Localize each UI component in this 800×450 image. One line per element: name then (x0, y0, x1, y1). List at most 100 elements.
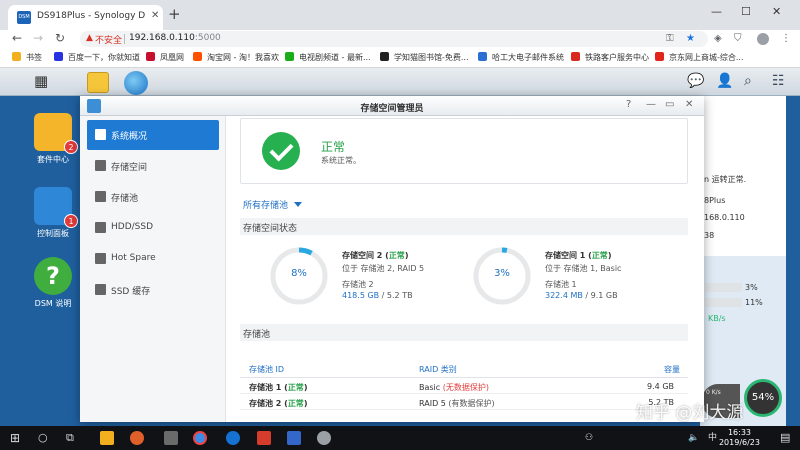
desktop-icon-dsm-help[interactable]: ? DSM 说明 (28, 257, 78, 309)
minimize-icon[interactable]: — (646, 99, 656, 110)
maximize-icon[interactable]: ▭ (665, 99, 674, 110)
chrome-icon[interactable] (193, 431, 207, 445)
bookmark-item[interactable]: 学知猫图书馆-免费... (380, 52, 469, 63)
sidebar-item-storage-pool[interactable]: 存储池 (87, 182, 219, 212)
app-icon[interactable] (226, 431, 240, 445)
chat-icon[interactable]: 💬 (687, 73, 704, 89)
bookmark-item[interactable]: 书签 (12, 52, 42, 63)
bookmark-item[interactable]: 凤凰网 (146, 52, 184, 63)
control-panel-icon: 1 (34, 187, 78, 228)
desktop-icon-label: 套件中心 (37, 155, 69, 164)
pool-filter-dropdown[interactable]: 所有存储池 (243, 198, 303, 211)
close-window-icon[interactable]: ✕ (772, 5, 781, 18)
storage-pool-icon (95, 191, 106, 202)
back-icon[interactable]: ← (12, 31, 22, 45)
sidebar-item-volume[interactable]: 存储空间 (87, 151, 219, 181)
task-view-icon[interactable]: ⧉ (66, 431, 74, 445)
system-clock[interactable]: 16:33 2019/6/23 (719, 428, 760, 448)
app-icon[interactable] (317, 431, 331, 445)
search-icon[interactable]: ⌕ (744, 73, 752, 89)
package-center-task-icon[interactable] (87, 72, 109, 93)
sidebar-item-overview[interactable]: 系统概况 (87, 120, 219, 150)
bookmark-item[interactable]: 百度一下，你就知道 (54, 52, 140, 63)
overview-icon (95, 129, 106, 140)
watermark: 知乎 @刘大源 (636, 403, 744, 423)
volume-card[interactable]: 8% 存储空间 2 (正常) 位于 存储池 2, RAID 5 存储池 2 41… (269, 246, 479, 312)
bookmark-item[interactable]: 淘宝网 - 淘！我喜欢 (193, 52, 279, 63)
bookmark-item[interactable]: 铁路客户服务中心 (571, 52, 649, 63)
chrome-menu-icon[interactable]: ⋮ (781, 33, 791, 44)
maximize-window-icon[interactable]: ☐ (741, 5, 751, 18)
tab-title: DS918Plus - Synology DiskStation (37, 11, 145, 21)
minimize-window-icon[interactable]: — (711, 5, 722, 18)
pool-raid: RAID 5 (有数据保护) (419, 399, 495, 408)
insecure-label: 不安全 (95, 36, 123, 46)
close-icon[interactable]: ✕ (685, 99, 693, 110)
table-row[interactable]: 存储池 2 (正常) RAID 5 (有数据保护) 5.2 TB (240, 394, 688, 410)
pool-name: 存储池 1 (正常) (249, 383, 308, 392)
volume-usage: 322.4 MB / 9.1 GB (545, 291, 618, 300)
pool-raid: Basic (无数据保护) (419, 383, 489, 392)
new-tab-button[interactable]: + (168, 6, 181, 22)
network-unit: KB/s (708, 314, 726, 323)
usage-gauge: 54% (744, 379, 782, 417)
column-header-pool-id[interactable]: 存储池 ID (249, 364, 284, 375)
notification-center-icon[interactable]: ▤ (780, 431, 790, 445)
user-icon[interactable]: 👤 (716, 73, 733, 89)
bookmarks-bar: 书签 百度一下，你就知道 凤凰网 淘宝网 - 淘！我喜欢 电视剧频道 - 最新.… (0, 48, 800, 68)
storage-manager-task-icon[interactable] (124, 71, 148, 95)
desktop-icon-package-center[interactable]: 2 套件中心 (28, 113, 78, 165)
windows-start-icon[interactable]: ⊞ (10, 431, 20, 445)
status-subtitle: 系统正常。 (321, 156, 361, 165)
security-app-icon[interactable] (257, 431, 271, 445)
desktop-icon-control-panel[interactable]: 1 控制面板 (28, 187, 78, 239)
volume-usage-percent: 3% (494, 268, 510, 279)
address-bar[interactable]: ▲ 不安全 192.168.0.110:5000 ⚿ ★ (80, 31, 708, 47)
bookmark-item[interactable]: 京东网上商城-综合... (655, 52, 744, 63)
volume-title: 存储空间 2 (正常) (342, 251, 409, 260)
sidebar-item-ssd-cache[interactable]: SSD 缓存 (87, 275, 219, 305)
volume-status-header: 存储空间状态 (240, 218, 688, 235)
window-titlebar[interactable]: 存储空间管理员 ? — ▭ ✕ (80, 96, 704, 116)
ime-indicator[interactable]: 中 (708, 431, 717, 445)
hot-spare-icon (95, 253, 106, 264)
volume-speaker-icon[interactable]: 🔈 (688, 431, 699, 445)
app-icon[interactable] (164, 431, 178, 445)
volume-pool: 存储池 2 (342, 280, 374, 289)
search-circle-icon[interactable]: ○ (38, 431, 48, 445)
browser-tab[interactable]: DSM DS918Plus - Synology DiskStation ✕ (8, 5, 163, 30)
key-icon[interactable]: ⚿ (666, 33, 674, 44)
sidebar-item-label: HDD/SSD (111, 222, 154, 232)
clock-time: 16:33 (727, 428, 752, 437)
volume-card[interactable]: 3% 存储空间 1 (正常) 位于 存储池 1, Basic 存储池 1 322… (472, 246, 682, 312)
chevron-down-icon (294, 202, 303, 207)
warning-icon: ▲ (86, 33, 93, 43)
sidebar-item-hdd-ssd[interactable]: HDD/SSD (87, 213, 219, 243)
notification-badge: 2 (64, 140, 78, 154)
file-explorer-icon[interactable] (100, 431, 114, 445)
tab-close-icon[interactable]: ✕ (151, 10, 159, 21)
profile-avatar-icon[interactable] (757, 33, 769, 45)
sidebar-item-hot-spare[interactable]: Hot Spare (87, 244, 219, 274)
people-icon[interactable]: ⚇ (585, 431, 593, 445)
help-icon[interactable]: ? (626, 99, 631, 110)
window-title: 存储空间管理员 (360, 104, 424, 114)
bookmark-item[interactable]: 哈工大电子邮件系统 (478, 52, 564, 63)
table-row[interactable]: 存储池 1 (正常) Basic (无数据保护) 9.4 GB (240, 378, 688, 394)
ram-value: 11% (745, 298, 763, 307)
shield-icon[interactable]: ⛉ (734, 33, 742, 44)
app-icon[interactable] (130, 431, 144, 445)
forward-icon[interactable]: → (33, 31, 43, 45)
column-header-raid-type[interactable]: RAID 类别 (419, 364, 457, 375)
volume-usage-percent: 8% (291, 268, 307, 279)
main-menu-icon[interactable]: ▦ (34, 72, 48, 90)
reload-icon[interactable]: ↻ (55, 31, 65, 45)
widget-time: 38 (704, 231, 715, 240)
widgets-icon[interactable]: ☷ (772, 73, 785, 89)
desktop-icon-label: 控制面板 (37, 229, 69, 238)
column-header-capacity[interactable]: 容量 (664, 364, 680, 375)
bookmark-item[interactable]: 电视剧频道 - 最新... (285, 52, 371, 63)
app-icon[interactable] (287, 431, 301, 445)
extension-icon[interactable]: ◈ (714, 33, 722, 44)
bookmark-star-icon[interactable]: ★ (686, 33, 695, 44)
